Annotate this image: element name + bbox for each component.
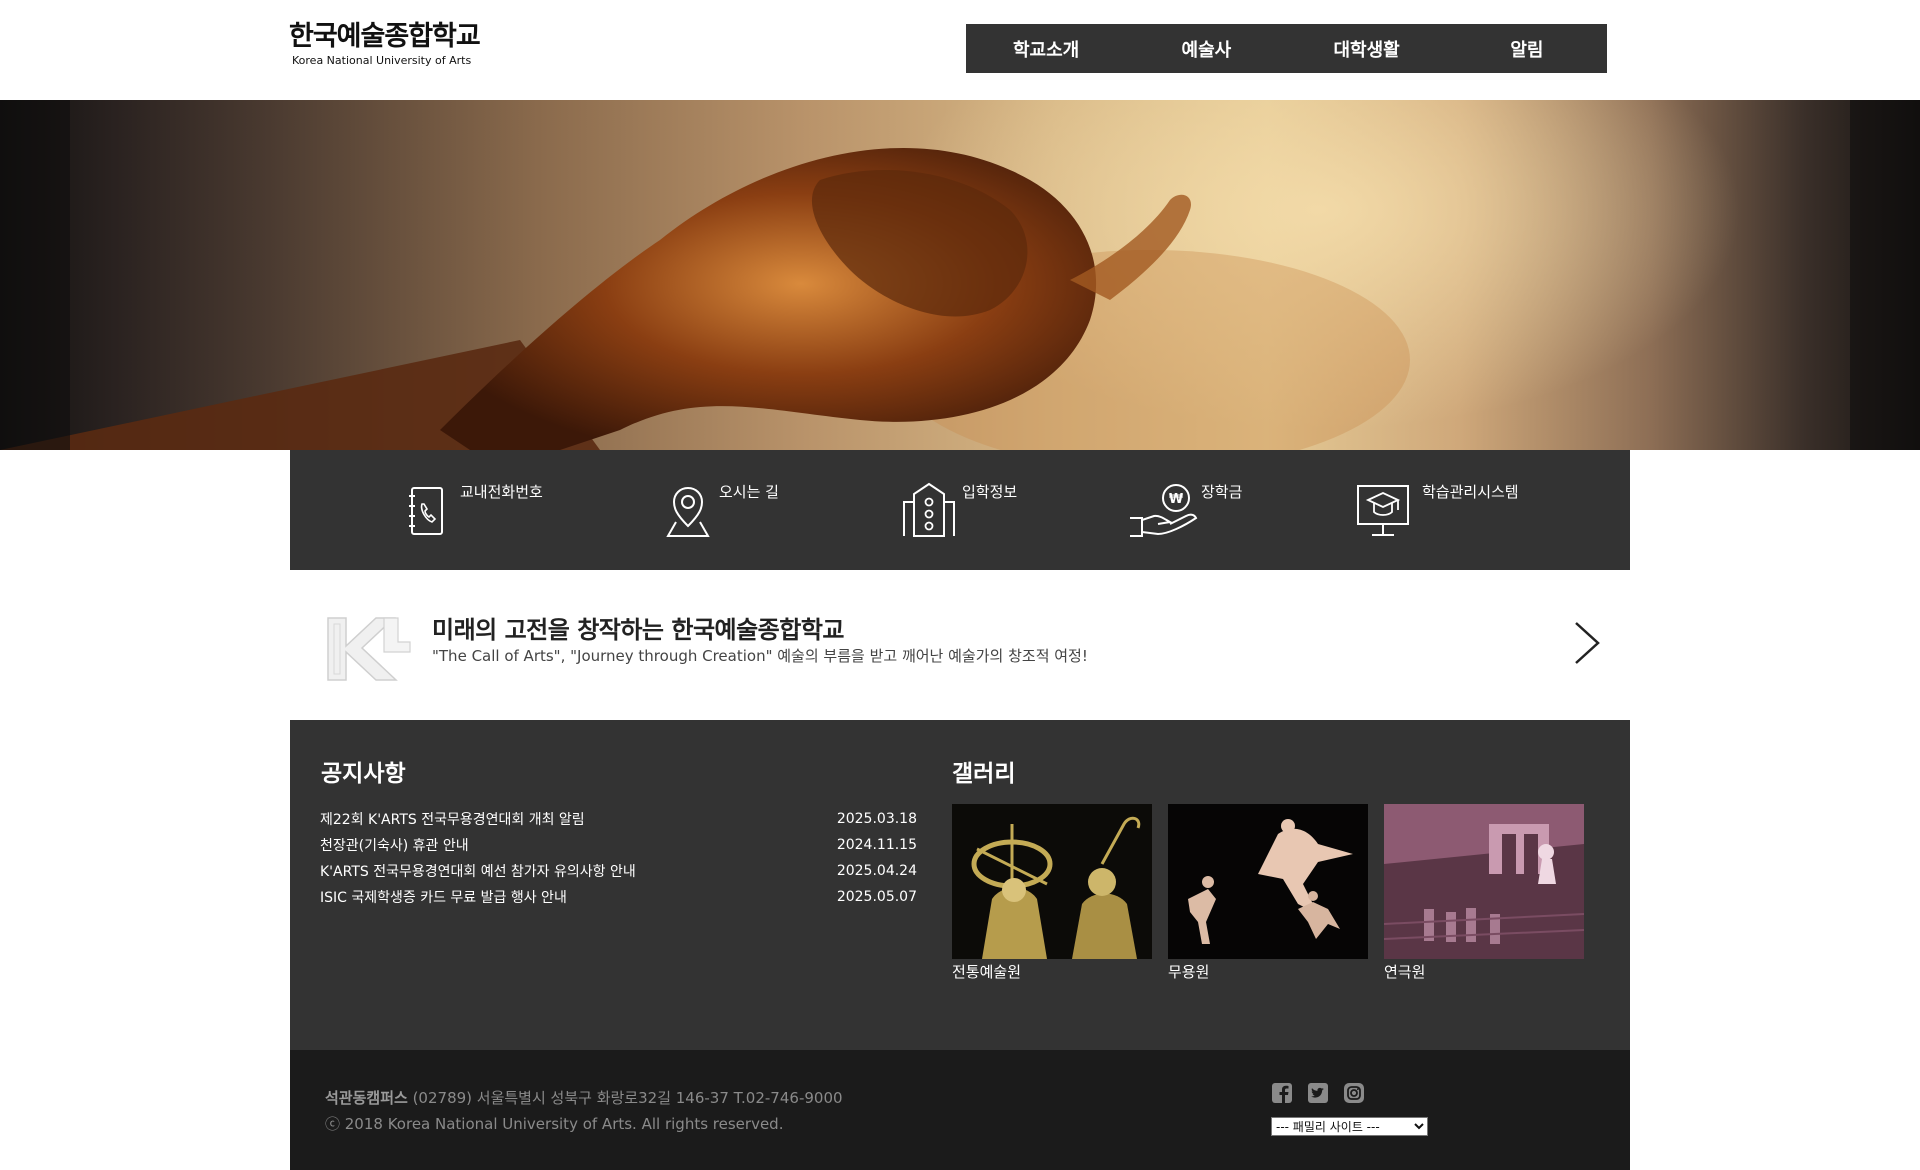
school-logo[interactable]: 한국예술종합학교 Korea National University of Ar…: [289, 20, 484, 72]
map-pin-icon: [666, 486, 710, 537]
notice-list: 제22회 K'ARTS 전국무용경연대회 개최 알림 2025.03.18 천장…: [320, 806, 917, 910]
notice-item[interactable]: ISIC 국제학생증 카드 무료 발급 행사 안내 2025.05.07: [320, 884, 917, 910]
logo-english-name: Korea National University of Arts: [292, 54, 472, 67]
quick-item-phone-directory[interactable]: 교내전화번호: [398, 450, 588, 570]
hero-banner-image: [0, 100, 1920, 450]
gallery-item-drama[interactable]: 연극원: [1384, 804, 1584, 982]
gallery-thumbnail-drama: [1384, 804, 1584, 959]
quick-item-directions[interactable]: 오시는 길: [658, 450, 818, 570]
instagram-icon[interactable]: [1343, 1082, 1365, 1104]
svg-text:₩: ₩: [1169, 492, 1184, 507]
main-navigation: 학교소개 예술사 대학생활 알림: [966, 24, 1607, 73]
building-icon: [903, 482, 955, 537]
notice-gallery-section: 공지사항 제22회 K'ARTS 전국무용경연대회 개최 알림 2025.03.…: [290, 720, 1630, 1050]
slogan-title: 미래의 고전을 창작하는 한국예술종합학교: [432, 616, 845, 644]
notice-item[interactable]: 제22회 K'ARTS 전국무용경연대회 개최 알림 2025.03.18: [320, 806, 917, 832]
footer-address-text: (02789) 서울특별시 성북구 화랑로32길 146-37 T.02-746…: [407, 1089, 843, 1107]
site-footer: 석관동캠퍼스 (02789) 서울특별시 성북구 화랑로32길 146-37 T…: [290, 1050, 1630, 1170]
notice-item-date: 2025.05.07: [836, 889, 917, 905]
nav-item-news[interactable]: 알림: [1447, 24, 1607, 73]
nav-item-programs[interactable]: 예술사: [1126, 24, 1286, 73]
gallery-thumbnail-traditional-arts: [952, 804, 1152, 959]
phone-book-icon: [409, 487, 443, 535]
notice-item-title: 천장관(기숙사) 휴관 안내: [320, 838, 469, 854]
gallery-heading: 갤러리: [952, 761, 1016, 787]
slogan-banner: 미래의 고전을 창작하는 한국예술종합학교 "The Call of Arts"…: [290, 570, 1630, 720]
notice-item-title: K'ARTS 전국무용경연대회 예선 참가자 유의사항 안내: [320, 864, 636, 880]
quick-label-phone-directory: 교내전화번호: [460, 483, 543, 501]
notice-item-title: 제22회 K'ARTS 전국무용경연대회 개최 알림: [320, 812, 585, 828]
notice-item-date: 2024.11.15: [836, 837, 917, 853]
quick-label-admission: 입학정보: [962, 483, 1018, 501]
notice-item-date: 2025.04.24: [836, 863, 917, 879]
gallery-caption: 연극원: [1384, 963, 1426, 981]
logo-korean-name: 한국예술종합학교: [289, 21, 481, 52]
quick-label-directions: 오시는 길: [719, 483, 779, 501]
quick-label-scholarship: 장학금: [1201, 483, 1243, 501]
notice-heading: 공지사항: [321, 761, 406, 787]
quick-menu: 교내전화번호 오시는 길 입학정보 ₩ 장학금 학습관리시스템: [290, 450, 1630, 570]
notice-item-date: 2025.03.18: [836, 811, 917, 827]
footer-address: 석관동캠퍼스 (02789) 서울특별시 성북구 화랑로32길 146-37 T…: [325, 1087, 843, 1108]
quick-item-lms[interactable]: 학습관리시스템: [1356, 450, 1556, 570]
notice-item-title: ISIC 국제학생증 카드 무료 발급 행사 안내: [320, 890, 567, 906]
footer-copyright: ⓒ 2018 Korea National University of Arts…: [325, 1115, 784, 1133]
gallery-caption: 무용원: [1168, 963, 1210, 981]
notice-item[interactable]: K'ARTS 전국무용경연대회 예선 참가자 유의사항 안내 2025.04.2…: [320, 858, 917, 884]
nav-item-about[interactable]: 학교소개: [966, 24, 1126, 73]
notice-item[interactable]: 천장관(기숙사) 휴관 안내 2024.11.15: [320, 832, 917, 858]
facebook-icon[interactable]: [1271, 1082, 1293, 1104]
nav-item-campus-life[interactable]: 대학생활: [1287, 24, 1447, 73]
chevron-right-icon[interactable]: [1572, 620, 1602, 666]
lms-monitor-icon: [1357, 485, 1409, 536]
footer-campus-name: 석관동캠퍼스: [325, 1089, 408, 1107]
gallery-item-dance[interactable]: 무용원: [1168, 804, 1368, 982]
site-header: 한국예술종합학교 Korea National University of Ar…: [0, 0, 1920, 100]
quick-label-lms: 학습관리시스템: [1422, 483, 1519, 501]
gallery-item-traditional-arts[interactable]: 전통예술원: [952, 804, 1152, 982]
twitter-icon[interactable]: [1307, 1082, 1329, 1104]
family-site-select[interactable]: --- 패밀리 사이트 ---: [1271, 1117, 1428, 1136]
gallery-thumbnail-dance: [1168, 804, 1368, 959]
scholarship-hand-icon: ₩: [1130, 484, 1198, 537]
quick-item-scholarship[interactable]: ₩ 장학금: [1128, 450, 1278, 570]
quick-item-admission[interactable]: 입학정보: [900, 450, 1050, 570]
sns-links: [1271, 1082, 1365, 1104]
gallery-caption: 전통예술원: [952, 963, 1022, 981]
karts-k-logo-icon: [327, 617, 411, 681]
slogan-description: "The Call of Arts", "Journey through Cre…: [432, 647, 1088, 665]
